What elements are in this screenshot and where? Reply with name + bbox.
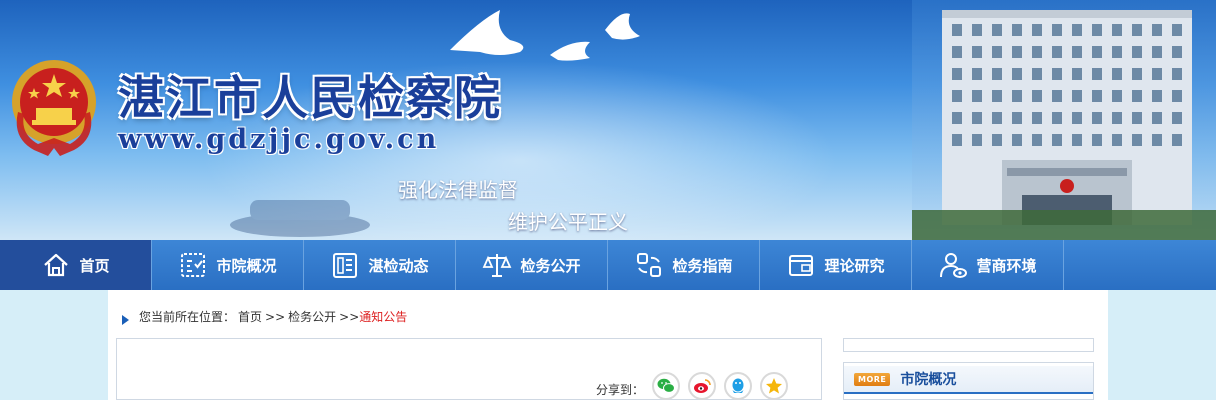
share-weibo-button[interactable] xyxy=(688,372,716,400)
header-banner: 湛江市人民检察院 www.gdzjjc.gov.cn 强化法律监督 维护公平正义 xyxy=(0,0,1216,240)
main-nav: 首页 市院概况 湛检动态 检务公开 检务指南 理论研究 营商环境 xyxy=(0,240,1216,290)
business-icon xyxy=(940,253,968,278)
share-qq-button[interactable] xyxy=(724,372,752,400)
share-label: 分享到： xyxy=(596,383,645,397)
scales-icon xyxy=(483,254,512,277)
nav-label-guide: 检务指南 xyxy=(672,256,733,275)
article-panel xyxy=(116,338,822,400)
home-icon xyxy=(44,253,69,277)
sidebar-header: MORE 市院概况 xyxy=(844,366,1093,394)
slogan-line-1: 强化法律监督 xyxy=(398,178,518,202)
breadcrumb-prefix: 您当前所在位置： xyxy=(139,310,236,324)
nav-item-disclosure[interactable]: 检务公开 xyxy=(456,240,608,290)
site-title: 湛江市人民检察院 xyxy=(118,71,502,125)
nav-item-overview[interactable]: 市院概况 xyxy=(152,240,304,290)
share-wechat-button[interactable] xyxy=(652,372,680,400)
nav-label-research: 理论研究 xyxy=(824,256,885,275)
more-tag[interactable]: MORE xyxy=(854,372,891,386)
nav-label-home: 首页 xyxy=(79,256,110,275)
breadcrumb-separator: >> xyxy=(265,309,286,324)
nav-label-disclosure: 检务公开 xyxy=(520,256,581,275)
breadcrumb-section-link[interactable]: 检务公开 xyxy=(288,308,336,325)
sidebar-title[interactable]: 市院概况 xyxy=(900,369,956,389)
research-icon xyxy=(789,255,814,276)
news-icon xyxy=(333,253,358,278)
procuratorate-building-image xyxy=(912,0,1216,240)
national-emblem-icon xyxy=(12,60,96,156)
nav-item-news[interactable]: 湛检动态 xyxy=(304,240,456,290)
nav-label-business: 营商环境 xyxy=(976,256,1037,275)
share-qzone-button[interactable] xyxy=(760,372,788,400)
guide-icon xyxy=(637,253,662,277)
qzone-icon xyxy=(766,378,782,394)
breadcrumb-home-link[interactable]: 首页 xyxy=(238,308,262,325)
overview-icon xyxy=(181,253,206,277)
site-url: www.gdzjjc.gov.cn xyxy=(118,124,440,155)
scales-of-justice-graphic xyxy=(230,200,370,237)
qq-icon xyxy=(732,378,744,393)
breadcrumb-separator: >> xyxy=(339,309,360,324)
wechat-icon xyxy=(657,378,675,393)
breadcrumb-arrow-icon xyxy=(122,314,129,325)
breadcrumb-current-link[interactable]: 通知公告 xyxy=(359,308,407,325)
nav-item-business[interactable]: 营商环境 xyxy=(912,240,1064,290)
slogan-line-2: 维护公平正义 xyxy=(508,210,628,234)
breadcrumb: 您当前所在位置： 首页 >> 检务公开 >> 通知公告 xyxy=(122,308,410,325)
sidebar-top-panel xyxy=(843,338,1094,352)
doves-graphic xyxy=(450,10,640,61)
weibo-icon xyxy=(694,379,711,393)
nav-item-home[interactable]: 首页 xyxy=(0,240,152,290)
nav-item-guide[interactable]: 检务指南 xyxy=(608,240,760,290)
nav-label-overview: 市院概况 xyxy=(216,256,277,275)
nav-label-news: 湛检动态 xyxy=(368,256,429,275)
nav-item-research[interactable]: 理论研究 xyxy=(760,240,912,290)
